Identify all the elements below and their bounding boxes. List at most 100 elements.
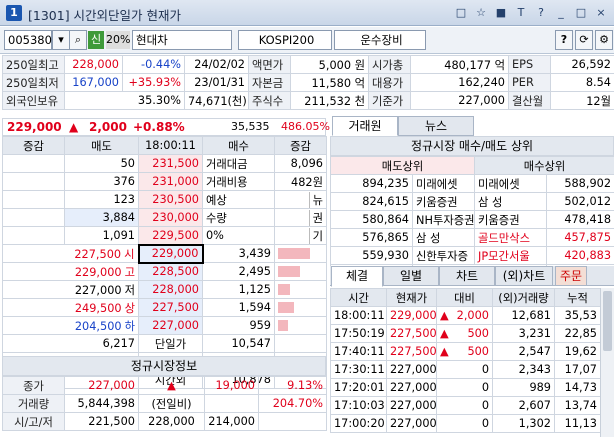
trade-header-cell: 현재가: [386, 288, 437, 307]
sell-broker: NH투자증권: [411, 210, 476, 229]
trade-diff-value: 0: [481, 399, 489, 412]
tab-trades[interactable]: 체결: [331, 266, 383, 287]
volume: 35,535: [231, 120, 270, 133]
tab-daily[interactable]: 일별: [383, 266, 439, 286]
layout-icon[interactable]: ■: [494, 5, 508, 20]
side-tab[interactable]: 뉴: [308, 191, 323, 208]
sector-field: 운수장비: [334, 30, 426, 50]
price-change: 2,000: [89, 120, 127, 134]
trade-header: 시간 현재가 대비 (외)거래량 누적: [330, 288, 601, 307]
ask-quantity: 50: [64, 154, 139, 173]
buy-volume: 478,418: [546, 210, 614, 229]
orderbook-header-cell: 매수: [202, 136, 275, 155]
trade-scrollbar[interactable]: [600, 288, 614, 437]
ask-quantity: 123: [64, 190, 139, 209]
help-icon[interactable]: ?: [534, 5, 548, 20]
broker-row: 824,615 키움증권 삼 성 502,012: [330, 192, 614, 211]
total-label: 단일가: [138, 334, 203, 353]
trade-header-cell: 시간: [330, 288, 387, 307]
regular-value: 9.13%: [258, 376, 327, 395]
search-icon[interactable]: ⌕: [69, 30, 87, 50]
ask-price: 230,000: [138, 208, 203, 227]
up-arrow-icon: ▲: [440, 327, 449, 340]
margin-rate-badge: 20%: [106, 31, 130, 49]
tab-foreign-chart[interactable]: (외)차트: [495, 266, 553, 286]
trade-header-cell: 누적: [554, 288, 601, 307]
ask-side-note: 0%: [202, 226, 275, 245]
order-book: 증감 매도 18:00:11 매수 증감 50 231,500 거래대금 8,096 376 231…: [2, 136, 327, 389]
help-button[interactable]: ?: [555, 30, 573, 50]
bid-row: 227,000 저 228,000 1,125: [2, 280, 327, 299]
ask-side-note: 예상: [202, 190, 275, 209]
trade-diff-value: 0: [481, 363, 489, 376]
sell-volume: 894,235: [330, 174, 413, 193]
ask-row: 50 231,500 거래대금 8,096: [2, 154, 327, 173]
buy-broker: 골드만삭스: [474, 228, 548, 247]
info-value: +35.93%: [122, 73, 185, 92]
trade-row: 17:20:01 227,000 0 989 14,73: [330, 378, 601, 397]
ask-row: 3,884 230,000 수량 권: [2, 208, 327, 227]
window-number: 1: [6, 5, 22, 21]
ask-change: [2, 208, 65, 227]
stock-code-input[interactable]: 005380: [4, 30, 52, 50]
ask-price: 231,000: [138, 172, 203, 191]
refresh-icon[interactable]: ⟳: [575, 30, 593, 50]
tab-chart[interactable]: 차트: [439, 266, 495, 286]
side-tab[interactable]: 권: [308, 209, 323, 226]
bid-bar-cell: [274, 316, 327, 335]
regular-value: 214,000: [204, 412, 259, 431]
trade-cumulative: 13,74: [554, 396, 601, 415]
sell-broker: 신한투자증: [411, 246, 476, 265]
bid-quantity: 1,125: [202, 280, 275, 299]
toolbar: 005380 ▾ ⌕ 신 20% 현대차 KOSPI200 운수장비 ? ⟳ ⚙: [0, 27, 614, 54]
price-row: 229,000 ▲ 2,000 +0.88% 35,535 486.05%: [2, 118, 330, 136]
minimize-icon[interactable]: _: [554, 5, 568, 20]
trade-diff-value: 0: [481, 381, 489, 394]
bid-left: 229,000 고: [2, 262, 139, 281]
info-row: 250일최저 167,000 +35.93% 23/01/31 자본금 11,580 억대…: [2, 73, 614, 92]
close-icon[interactable]: ×: [594, 5, 608, 20]
bid-left-value: 227,000: [74, 283, 122, 297]
link-window-icon[interactable]: □: [454, 5, 468, 20]
tab-broker[interactable]: 거래원: [332, 116, 398, 136]
trade-time: 17:00:20: [330, 414, 387, 433]
buy-broker: JP모간서울: [474, 246, 548, 265]
trade-volume: 2,547: [492, 342, 555, 361]
info-table: 250일최고 228,000 -0.44% 24/02/02 액면가 5,000 원 시가총…: [2, 55, 614, 110]
info-label: 대용가: [368, 73, 411, 92]
trade-row: 17:40:11 227,500 ▲ 500 2,547 19,62: [330, 342, 601, 361]
trade-cumulative: 11,13: [554, 414, 601, 433]
order-button[interactable]: 주문: [555, 266, 587, 286]
settings-icon[interactable]: ⚙: [595, 30, 613, 50]
scroll-thumb[interactable]: [603, 291, 612, 351]
font-icon[interactable]: T: [514, 5, 528, 20]
side-tab[interactable]: 기: [308, 227, 323, 244]
trade-price: 227,000: [386, 378, 437, 397]
trade-price: 229,000: [386, 306, 437, 325]
up-arrow-icon: ▲: [69, 120, 79, 134]
orderbook-time: 18:00:11: [138, 136, 203, 155]
trade-diff: 0: [436, 414, 493, 433]
tab-news[interactable]: 뉴스: [398, 116, 474, 136]
broker-row: 576,865 삼 성 골드만삭스 457,875: [330, 228, 614, 247]
trade-diff: 0: [436, 378, 493, 397]
info-label: PER: [508, 73, 551, 92]
bid-quantity: 2,495: [202, 262, 275, 281]
bid-price: 228,500: [138, 262, 203, 281]
info-row: 250일최고 228,000 -0.44% 24/02/02 액면가 5,000 원 시가총…: [2, 55, 614, 74]
regular-row: 거래량 5,844,398 (전일비) 204.70%: [2, 394, 327, 413]
regular-value: ▲: [138, 376, 205, 395]
info-value: 74,671(천): [184, 91, 249, 110]
total-right: 10,547: [202, 334, 275, 353]
trade-price: 227,000: [386, 396, 437, 415]
bid-price: 229,000: [137, 243, 204, 264]
bid-left-value: 204,500: [74, 319, 122, 333]
ask-side-value: 기: [274, 226, 327, 245]
bid-bar-cell: [274, 280, 327, 299]
star-icon[interactable]: ☆: [474, 5, 488, 20]
regular-value: (전일비): [138, 394, 205, 413]
maximize-icon[interactable]: □: [574, 5, 588, 20]
dropdown-icon[interactable]: ▾: [52, 30, 70, 50]
bid-left-label: 시: [124, 247, 135, 261]
info-value: -0.44%: [122, 55, 185, 74]
